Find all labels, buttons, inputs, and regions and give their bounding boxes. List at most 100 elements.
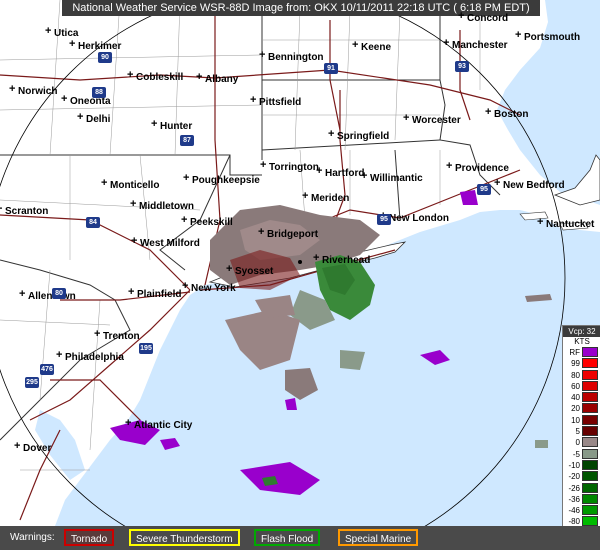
severe-thunderstorm-warning-button[interactable]: Severe Thunderstorm — [129, 529, 240, 546]
city-label: Torrington — [260, 160, 319, 173]
interstate-shield: 295 — [25, 377, 39, 388]
warnings-bar: Warnings: Tornado Severe Thunderstorm Fl… — [0, 526, 600, 550]
city-label: Norwich — [9, 84, 58, 97]
city-label: Syosset — [226, 264, 273, 277]
legend-label: 0 — [575, 438, 580, 448]
legend-swatch — [582, 380, 598, 391]
interstate-shield: 90 — [98, 52, 112, 63]
legend-rows: RF99806040201050-5-10-20-26-36-46-80-99N… — [563, 347, 600, 550]
legend-label: -46 — [568, 506, 580, 516]
city-label: Scranton — [0, 204, 48, 217]
city-label: New London — [380, 211, 449, 224]
city-label: Willimantic — [361, 171, 423, 184]
legend-label: 20 — [571, 404, 580, 414]
interstate-shield: 91 — [324, 63, 338, 74]
legend-swatch — [582, 505, 598, 516]
legend-row: -26 — [563, 482, 600, 494]
legend-row: 99 — [563, 358, 600, 369]
radar-map — [0, 0, 600, 550]
legend-row: 10 — [563, 414, 600, 426]
legend-row: 60 — [563, 380, 600, 392]
legend-row: RF — [563, 347, 600, 358]
city-label: New York — [182, 281, 236, 294]
city-label: Philadelphia — [56, 350, 124, 363]
city-label: Dover — [14, 441, 51, 454]
legend-label: -10 — [568, 460, 580, 470]
interstate-shield: 95 — [477, 184, 491, 195]
legend-swatch — [582, 392, 598, 403]
city-label: Portsmouth — [515, 30, 580, 43]
city-label: Bennington — [259, 50, 323, 63]
city-label: Bridgeport — [258, 227, 318, 240]
flash-flood-warning-button[interactable]: Flash Flood — [254, 529, 321, 546]
city-label: Cobleskill — [127, 70, 183, 83]
legend-row: 0 — [563, 437, 600, 448]
interstate-shield: 87 — [180, 135, 194, 146]
interstate-shield: 476 — [40, 364, 54, 375]
legend-label: 99 — [571, 359, 580, 369]
legend-row: -36 — [563, 493, 600, 505]
legend-row: 80 — [563, 369, 600, 381]
city-label: Worcester — [403, 113, 461, 126]
city-label: Concord — [458, 11, 508, 24]
city-label: Herkimer — [69, 39, 121, 52]
city-label: Poughkeepsie — [183, 173, 260, 186]
legend-unit: KTS — [574, 337, 590, 346]
city-label: Manchester — [443, 38, 508, 51]
city-label: Hartford — [316, 166, 365, 179]
city-label: Springfield — [328, 129, 389, 142]
city-label: Providence — [446, 161, 509, 174]
legend-row: 40 — [563, 392, 600, 403]
city-label: Riverhead — [313, 253, 370, 266]
city-label: Boston — [485, 107, 529, 120]
special-marine-warning-button[interactable]: Special Marine — [338, 529, 419, 546]
radar-site-marker — [298, 260, 302, 264]
legend-swatch — [582, 459, 598, 470]
city-label: Trenton — [94, 329, 140, 342]
legend-row: -10 — [563, 459, 600, 471]
legend-swatch — [582, 403, 598, 414]
legend-row: 5 — [563, 426, 600, 437]
legend-swatch — [582, 482, 598, 493]
legend-label: 60 — [571, 381, 580, 391]
legend-label: -36 — [568, 494, 580, 504]
city-label: Nantucket — [537, 217, 594, 230]
legend-row: -5 — [563, 448, 600, 460]
legend-row: -20 — [563, 471, 600, 482]
legend-swatch — [582, 471, 598, 482]
city-label: Delhi — [77, 112, 111, 125]
interstate-shield: 93 — [455, 61, 469, 72]
legend-label: -5 — [572, 449, 580, 459]
city-label: Middletown — [130, 199, 194, 212]
city-label: West Milford — [131, 236, 200, 249]
legend-label: 10 — [571, 415, 580, 425]
velocity-legend: Vcp: 32 KTS RF 99 80 60 40 20 10 5 0 -5 -10 -20 -26-… — [562, 325, 600, 550]
warnings-title: Warnings: — [10, 532, 55, 543]
legend-row: -46 — [563, 505, 600, 516]
interstate-shield: 88 — [92, 87, 106, 98]
city-label: New Bedford — [494, 178, 565, 191]
legend-row: 20 — [563, 403, 600, 414]
legend-label: 40 — [571, 393, 580, 403]
legend-swatch — [582, 347, 598, 357]
legend-swatch — [582, 437, 598, 448]
legend-label: -26 — [568, 483, 580, 493]
legend-swatch — [582, 493, 598, 504]
city-label: Peekskill — [181, 215, 233, 228]
legend-swatch — [582, 426, 598, 437]
legend-label: 80 — [571, 370, 580, 380]
legend-swatch — [582, 414, 598, 425]
vcp-label: Vcp: 32 — [563, 326, 600, 337]
interstate-shield: 195 — [139, 343, 153, 354]
interstate-shield: 84 — [86, 217, 100, 228]
interstate-shield: 95 — [377, 214, 391, 225]
legend-swatch — [582, 358, 598, 369]
legend-label: 5 — [575, 427, 580, 437]
interstate-shield: 80 — [52, 288, 66, 299]
legend-swatch — [582, 448, 598, 459]
legend-label: -20 — [568, 472, 580, 482]
city-label: Meriden — [302, 191, 349, 204]
legend-swatch — [582, 369, 598, 380]
city-label: Pittsfield — [250, 95, 301, 108]
tornado-warning-button[interactable]: Tornado — [64, 529, 115, 546]
